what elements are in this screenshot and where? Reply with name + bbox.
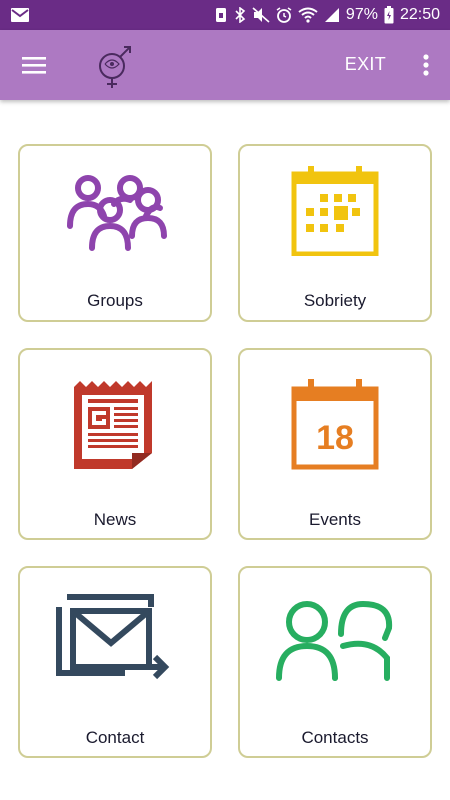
- tile-label-news: News: [93, 510, 137, 529]
- clock: 22:50: [399, 6, 440, 23]
- tile-label-contacts: Contacts: [301, 728, 369, 747]
- menu-icon[interactable]: [18, 52, 52, 78]
- calendar-date-icon: 18: [240, 360, 430, 490]
- logo-icon: [92, 40, 138, 90]
- bluetooth-icon: [234, 7, 246, 23]
- tile-label-sobriety: Sobriety: [303, 291, 367, 310]
- app-bar: EXIT: [0, 30, 450, 100]
- groups-icon: [20, 146, 210, 276]
- mute-icon: [252, 7, 270, 23]
- battery-icon: [384, 6, 394, 24]
- battery-percentage: 97%: [345, 6, 378, 23]
- wifi-icon: [298, 7, 318, 23]
- contacts-icon: [240, 578, 430, 708]
- tile-news[interactable]: News: [18, 348, 212, 540]
- status-left: [10, 7, 30, 23]
- status-bar: 97% 22:50: [0, 0, 450, 30]
- tile-label-contact: Contact: [85, 728, 145, 747]
- tile-contacts[interactable]: Contacts: [238, 566, 432, 758]
- calendar-grid-icon: [240, 146, 430, 276]
- status-right: 97% 22:50: [214, 6, 440, 24]
- alarm-icon: [276, 7, 292, 23]
- more-vert-icon[interactable]: [420, 52, 432, 78]
- signal-icon: [324, 7, 340, 23]
- exit-button[interactable]: EXIT: [345, 54, 386, 75]
- tile-groups[interactable]: Groups: [18, 144, 212, 322]
- tile-sobriety[interactable]: Sobriety: [238, 144, 432, 322]
- mail-forward-icon: [20, 578, 210, 708]
- gmail-notification-icon: [10, 7, 30, 23]
- sim-icon: [214, 7, 228, 23]
- tile-contact[interactable]: Contact: [18, 566, 212, 758]
- menu-grid: Groups Sobriety News 18 Events Contact C…: [0, 100, 450, 800]
- calendar-date-text: 18: [316, 419, 354, 457]
- tile-events[interactable]: 18 Events: [238, 348, 432, 540]
- tile-label-groups: Groups: [87, 291, 143, 310]
- tile-label-events: Events: [309, 510, 361, 529]
- newspaper-icon: [20, 360, 210, 490]
